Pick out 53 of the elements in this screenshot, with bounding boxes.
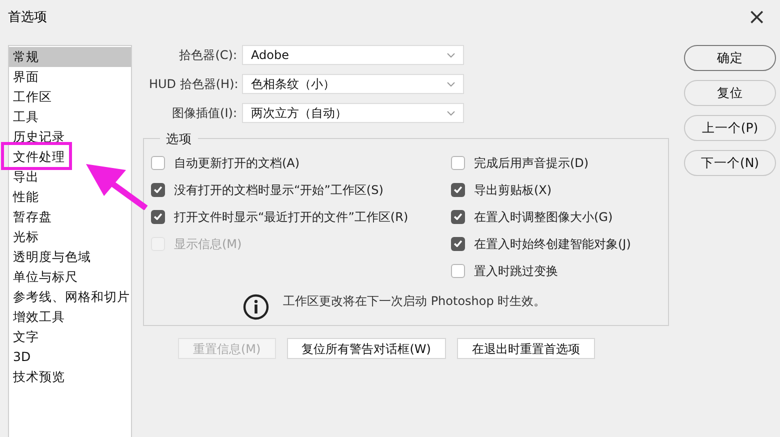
- sidebar-item[interactable]: 性能: [9, 187, 43, 207]
- checkmark-icon: [454, 240, 462, 247]
- dropdown[interactable]: Adobe: [242, 45, 464, 65]
- dialog-button[interactable]: 在退出时重置首选项: [456, 338, 595, 359]
- sidebar-item[interactable]: 参考线、网格和切片: [9, 287, 134, 307]
- dropdown[interactable]: 两次立方（自动）: [242, 103, 464, 123]
- dialog-button[interactable]: 确定: [684, 45, 776, 71]
- chevron-icon: [447, 52, 455, 58]
- sidebar-item[interactable]: 文字: [9, 327, 43, 347]
- checkbox[interactable]: [151, 210, 165, 224]
- sidebar-item[interactable]: 单位与标尺: [9, 267, 82, 287]
- checkbox-label: 置入时跳过变换: [474, 262, 558, 280]
- sidebar-item[interactable]: 工具: [9, 107, 43, 127]
- sidebar-item[interactable]: 增效工具: [9, 307, 69, 327]
- chevron-icon: [447, 110, 455, 116]
- sidebar-item[interactable]: 工作区: [9, 87, 56, 107]
- info-text: 工作区更改将在下一次启动 Photoshop 时生效。: [283, 293, 546, 310]
- checkbox-label: 导出剪贴板(X): [474, 180, 552, 198]
- field-label: HUD 拾色器(H):: [149, 76, 240, 93]
- dialog-button[interactable]: 复位: [684, 80, 776, 106]
- checkbox[interactable]: [451, 182, 465, 196]
- sidebar-item[interactable]: 界面: [9, 67, 43, 87]
- dialog-button[interactable]: 上一个(P): [684, 115, 776, 141]
- sidebar-item[interactable]: 3D: [9, 347, 35, 367]
- checkbox[interactable]: [151, 182, 165, 196]
- checkbox[interactable]: [451, 210, 465, 224]
- checkbox[interactable]: [151, 156, 165, 170]
- arrow-drawing: [86, 164, 148, 210]
- checkmark-icon: [154, 186, 162, 193]
- sidebar-item[interactable]: 透明度与色域: [9, 247, 95, 267]
- field-label: 图像插值(I):: [171, 105, 238, 122]
- checkbox-label: 完成后用声音提示(D): [474, 154, 589, 172]
- checkmark-icon: [154, 213, 162, 220]
- sidebar-item[interactable]: 常规: [9, 47, 131, 67]
- window-title: 首选项: [8, 9, 47, 28]
- info-icon: [243, 294, 269, 320]
- chevron-icon: [447, 82, 455, 86]
- sidebar-item[interactable]: 文件处理: [9, 147, 69, 167]
- checkbox[interactable]: [451, 156, 465, 170]
- checkbox[interactable]: [451, 264, 465, 278]
- sidebar-item[interactable]: 光标: [9, 227, 43, 247]
- checkmark-icon: [454, 186, 462, 193]
- dialog-button[interactable]: 下一个(N): [684, 150, 776, 176]
- field-label: 拾色器(C):: [178, 47, 238, 64]
- sidebar-item[interactable]: 导出: [9, 167, 43, 187]
- sidebar-item[interactable]: 技术预览: [9, 367, 69, 387]
- checkbox[interactable]: [451, 236, 465, 250]
- dialog-button[interactable]: 复位所有警告对话框(W): [286, 338, 446, 359]
- checkbox-label: 自动更新打开的文档(A): [174, 154, 300, 172]
- checkmark-icon: [454, 213, 462, 220]
- dropdown[interactable]: 色相条纹（小）: [242, 74, 464, 94]
- sidebar-item[interactable]: 暂存盘: [9, 207, 56, 227]
- close-button[interactable]: ×: [748, 7, 766, 29]
